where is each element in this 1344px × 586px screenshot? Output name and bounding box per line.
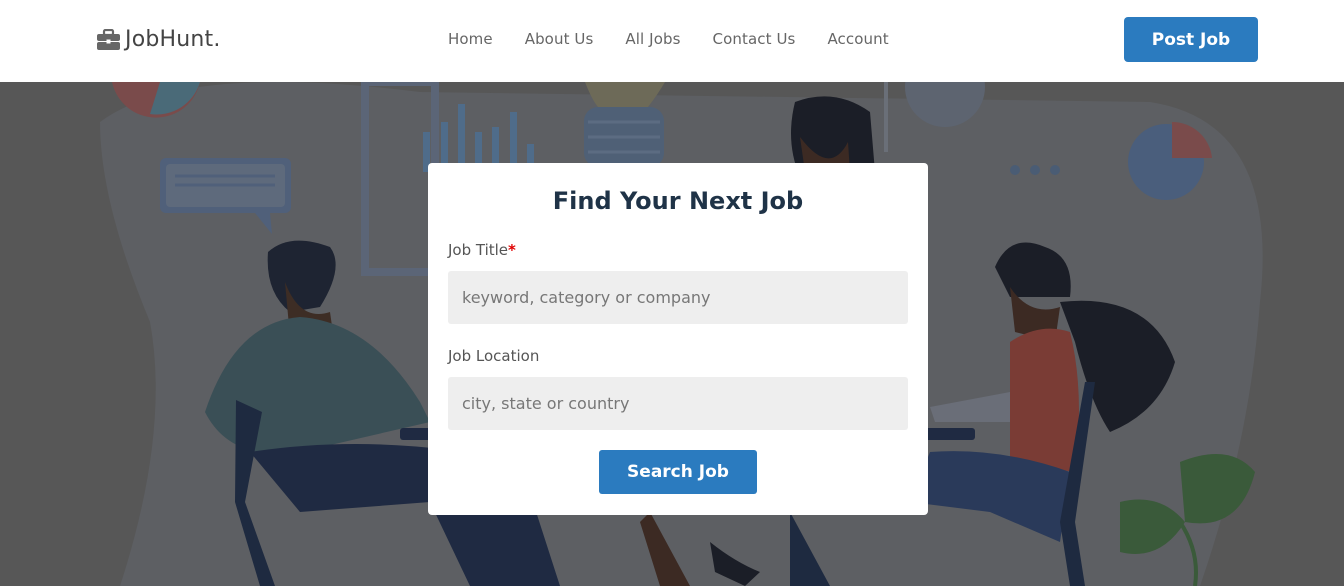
nav-link-about-us[interactable]: About Us <box>525 30 594 48</box>
nav-link-contact-us[interactable]: Contact Us <box>713 30 796 48</box>
nav-link-account[interactable]: Account <box>827 30 888 48</box>
job-search-card: Find Your Next Job Job Title* Job Locati… <box>428 163 928 515</box>
job-location-input[interactable] <box>448 377 908 430</box>
job-title-input[interactable] <box>448 271 908 324</box>
job-title-label-text: Job Title <box>448 241 509 259</box>
main-nav: Home About Us All Jobs Contact Us Accoun… <box>448 30 921 48</box>
card-title: Find Your Next Job <box>552 187 804 215</box>
post-job-button[interactable]: Post Job <box>1124 17 1258 62</box>
site-header: JobHunt. Home About Us All Jobs Contact … <box>0 0 1344 82</box>
required-marker: * <box>508 241 516 259</box>
job-title-label: Job Title* <box>448 241 516 259</box>
briefcase-icon <box>97 29 120 50</box>
job-location-label: Job Location <box>448 347 540 365</box>
nav-link-home[interactable]: Home <box>448 30 493 48</box>
search-job-button[interactable]: Search Job <box>599 450 757 494</box>
nav-link-all-jobs[interactable]: All Jobs <box>625 30 680 48</box>
logo-text: JobHunt. <box>125 27 221 52</box>
logo[interactable]: JobHunt. <box>97 27 221 52</box>
